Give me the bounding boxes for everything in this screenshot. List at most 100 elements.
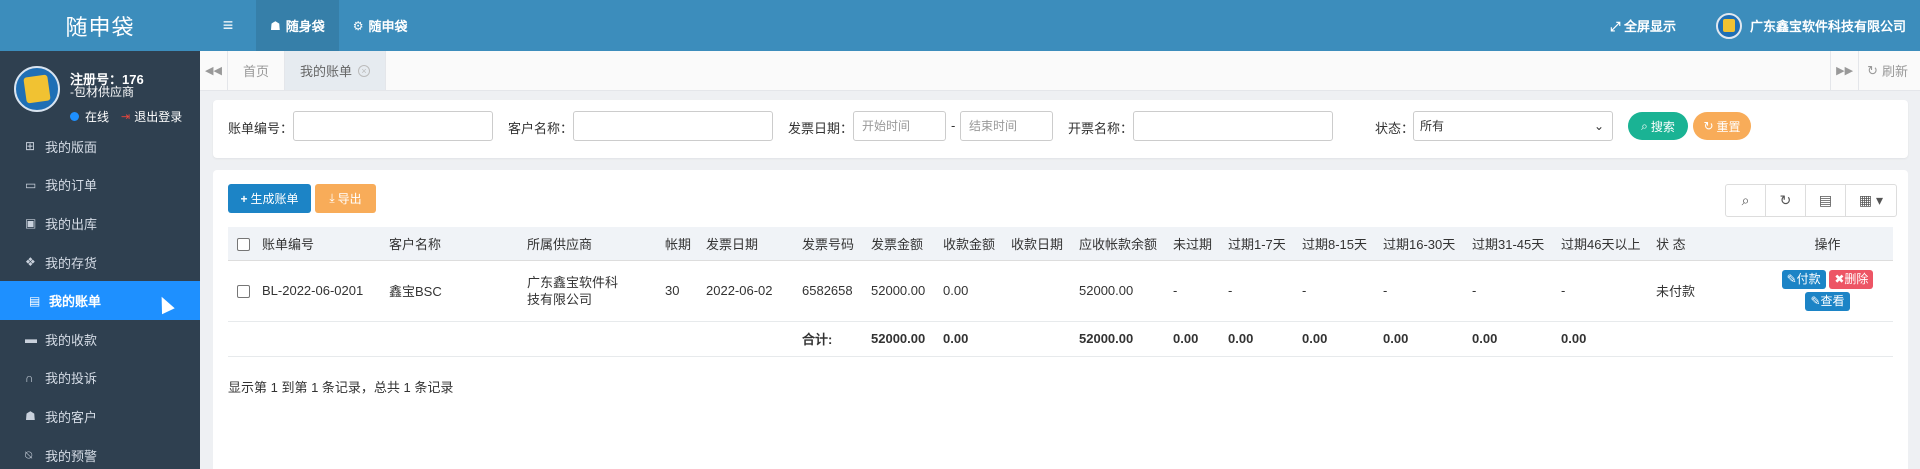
not-due-cell: - [1169,260,1224,322]
column-header[interactable]: 发票号码 [798,227,867,261]
column-header[interactable]: 未过期 [1169,227,1224,261]
sidebar-item-complaints[interactable]: ∩ 我的投诉 [0,359,200,398]
column-header[interactable]: 过期8-15天 [1298,227,1379,261]
select-all-header [228,227,258,261]
reset-button[interactable]: ↻ 重置 [1693,112,1751,140]
search-button[interactable]: ⌕ 搜索 [1628,112,1688,140]
column-header[interactable]: 发票金额 [867,227,939,261]
total-received-amount: 0.00 [939,321,1007,357]
column-header[interactable]: 客户名称 [385,227,523,261]
tab-label: 我的账单 [300,64,353,79]
sidebar-item-layout[interactable]: ⊞ 我的版面 [0,127,200,166]
totals-row: 合计: 52000.00 0.00 52000.00 0.00 0.00 0.0… [228,321,1893,357]
invoice-no-cell: 6582658 [798,260,867,322]
supplier-cell: 广东鑫宝软件科技有限公司 [523,260,661,322]
pay-button[interactable]: ✎付款 [1781,270,1826,289]
invoice-name-input[interactable] [1133,111,1333,141]
column-header[interactable]: 状 态 [1652,227,1762,261]
download-icon: ⤓ [329,191,335,205]
column-header[interactable]: 过期31-45天 [1468,227,1557,261]
sidebar-item-alerts[interactable]: ⍉ 我的预警 [0,436,200,469]
column-header[interactable]: 发票日期 [702,227,798,261]
tabs-scroll-right-icon[interactable]: ▶▶ [1830,51,1858,90]
search-toggle-button[interactable]: ⌕ [1726,185,1766,216]
page-tabs-bar: ◀◀ 首页 我的账单 × ▶▶ ↻ 刷新 [200,51,1920,91]
avatar[interactable] [14,66,60,112]
received-date-cell [1007,260,1075,322]
fullscreen-button[interactable]: ⤢ 全屏显示 [1610,16,1676,35]
column-header[interactable]: 过期16-30天 [1379,227,1468,261]
status-line: 在线 ⇥ 退出登录 [70,108,182,125]
column-header[interactable]: 账单编号 [258,227,385,261]
delete-label: 删除 [1844,272,1869,286]
sidebar: 随申袋 注册号：176 -包材供应商 在线 ⇥ 退出登录 ⊞ 我的版面 ▭ 我的… [0,0,200,469]
close-icon[interactable]: × [358,64,371,77]
received-amount-cell: 0.00 [939,260,1007,322]
view-label: 查看 [1820,294,1845,308]
cubes-icon: ❖ [25,255,36,270]
logout-link[interactable]: ⇥ 退出登录 [121,108,182,125]
edit-icon: ✎ [1786,272,1797,286]
sidebar-item-label: 我的出库 [45,216,98,232]
toggle-view-button[interactable]: ▤ [1806,185,1846,216]
sidebar-item-receipts[interactable]: ▬ 我的收款 [0,320,200,359]
bill-no-input[interactable] [293,111,493,141]
start-date-input[interactable]: 开始时间 [853,111,946,141]
sidebar-item-label: 我的账单 [49,294,102,310]
end-date-input[interactable]: 结束时间 [960,111,1053,141]
company-menu[interactable]: 广东鑫宝软件科技有限公司 [1715,12,1906,39]
column-header[interactable]: 应收帐款余额 [1075,227,1169,261]
bus-icon: ▣ [25,216,37,231]
menu-toggle-icon[interactable]: ≡ [200,15,256,36]
refresh-button[interactable]: ↻ [1766,185,1806,216]
date-range-separator: - [951,118,956,133]
bill-no-cell: BL-2022-06-0201 [258,260,385,322]
plus-icon: + [240,191,248,206]
search-icon: ⌕ [1641,118,1648,133]
operations-cell: ✎付款 ✖删除 ✎查看 [1762,260,1893,322]
column-header[interactable]: 收款日期 [1007,227,1075,261]
total-overdue-46-plus: 0.00 [1557,321,1652,357]
bill-list-panel: + 生成账单 ⤓ 导出 ⌕ ↻ ▤ ▦ ▾ 账单编号 客户名称 所属供应商 帐期… [213,170,1908,469]
view-button[interactable]: ✎查看 [1805,292,1850,311]
status-select-value: 所有 [1420,119,1445,133]
users-icon: ☗ [270,18,281,33]
sidebar-item-outbound[interactable]: ▣ 我的出库 [0,204,200,243]
column-header[interactable]: 收款金额 [939,227,1007,261]
topnav-suishendai[interactable]: ⚙ 随申袋 [339,0,422,51]
delete-button[interactable]: ✖删除 [1829,270,1874,289]
column-header[interactable]: 所属供应商 [523,227,661,261]
pagination-summary: 显示第 1 到第 1 条记录，总共 1 条记录 [228,380,454,395]
invoice-amount-cell: 52000.00 [867,260,939,322]
total-overdue-8-15: 0.00 [1298,321,1379,357]
row-select-cell [228,260,258,322]
invoice-name-label: 开票名称： [1068,121,1134,136]
select-all-checkbox[interactable] [236,237,250,251]
invoice-date-cell: 2022-06-02 [702,260,798,322]
column-header[interactable]: 帐期 [661,227,702,261]
status-select[interactable]: 所有 ⌄ [1413,111,1613,141]
period-cell: 30 [661,260,702,322]
topnav-suishendai-bag[interactable]: ☗ 随身袋 [256,0,339,51]
sidebar-item-inventory[interactable]: ❖ 我的存货 [0,243,200,282]
row-checkbox[interactable] [236,285,250,299]
customer-input[interactable] [573,111,773,141]
table-row: BL-2022-06-0201 鑫宝BSC 广东鑫宝软件科技有限公司 30 20… [228,260,1893,322]
columns-button[interactable]: ▦ ▾ [1846,185,1896,216]
sidebar-item-customers[interactable]: ☗ 我的客户 [0,397,200,436]
customer-cell: 鑫宝BSC [385,260,523,322]
tabs-scroll-left-icon[interactable]: ◀◀ [200,51,228,90]
tab-home[interactable]: 首页 [228,51,286,90]
column-header[interactable]: 过期46天以上 [1557,227,1652,261]
create-bill-button[interactable]: + 生成账单 [228,184,311,213]
sidebar-item-orders[interactable]: ▭ 我的订单 [0,166,200,205]
supplier-text: 广东鑫宝软件科技有限公司 [527,274,619,307]
export-button[interactable]: ⤓ 导出 [315,184,376,213]
users-icon: ☗ [25,409,36,424]
refresh-tab-button[interactable]: ↻ 刷新 [1858,51,1920,90]
tab-my-bills[interactable]: 我的账单 × [285,51,387,90]
sidebar-item-label: 我的版面 [45,139,98,155]
overdue-1-7-cell: - [1224,260,1298,322]
edit-icon: ✎ [1810,294,1821,308]
column-header[interactable]: 过期1-7天 [1224,227,1298,261]
